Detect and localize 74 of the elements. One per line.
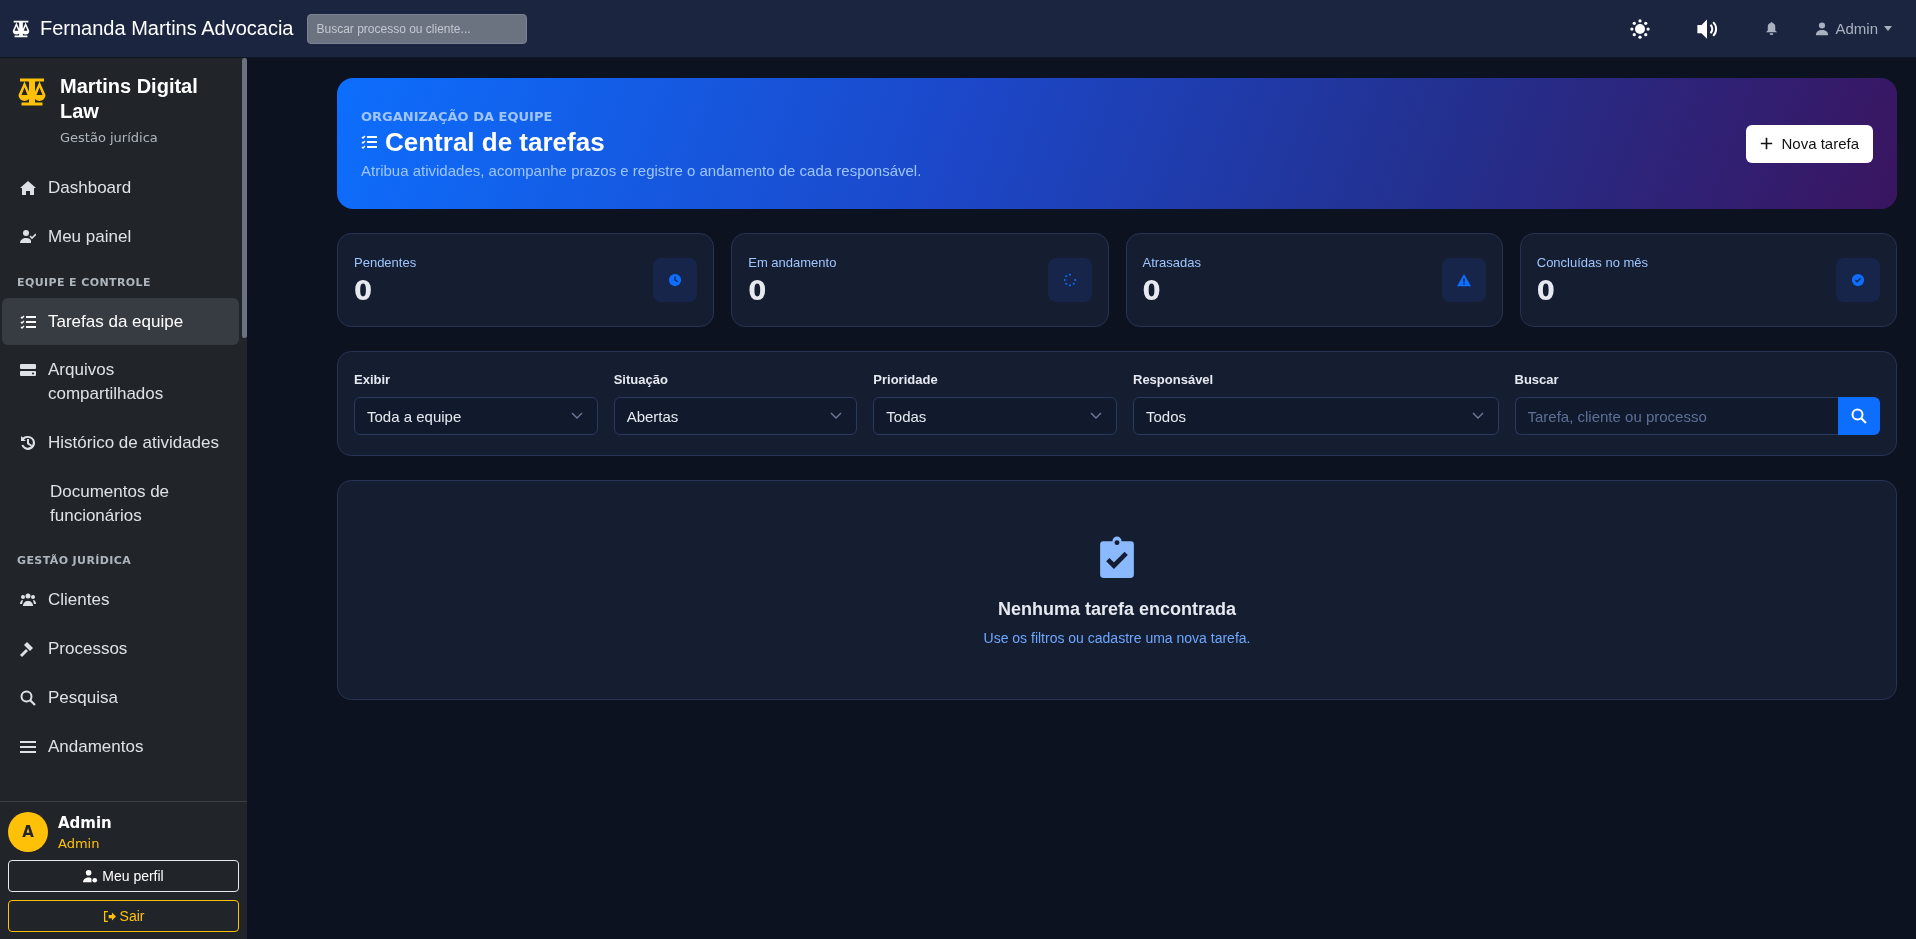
speaker-icon: [1696, 17, 1719, 40]
filter-label: Exibir: [354, 372, 392, 387]
history-icon: [20, 435, 36, 451]
search-field[interactable]: Tarefa, cliente ou processo: [1514, 397, 1838, 435]
check-circle-icon: [1851, 273, 1865, 287]
page-subtitle: Atribua atividades, acompanhe prazos e registre o andamento de cada responsável.: [361, 161, 923, 179]
chevron-down-icon: [1090, 412, 1102, 420]
stat-label: Em andamento: [748, 254, 838, 270]
chevron-down-icon: [1471, 412, 1484, 420]
nav-item[interactable]: Pesquisa: [2, 673, 239, 722]
stat-value: 0: [748, 275, 768, 306]
user-icon: [1815, 21, 1830, 36]
user-name: Admin: [58, 813, 112, 832]
nav-item[interactable]: Documentos de funcionários: [2, 467, 239, 540]
eyebrow-label: ORGANIZAÇÃO DA EQUIPE: [361, 108, 554, 124]
nav-item[interactable]: Andamentos: [2, 722, 239, 771]
caret-icon: [1884, 26, 1892, 31]
filter-label: Situação: [613, 372, 669, 387]
stat-label: Atrasadas: [1142, 254, 1203, 270]
sun-icon: [1630, 18, 1651, 39]
plus-icon: [1760, 137, 1774, 150]
scrollbar[interactable]: [242, 58, 247, 338]
page-title: Central de tarefas: [385, 126, 605, 158]
user-role: Admin: [58, 835, 101, 851]
app-title: Fernanda Martins Advocacia: [40, 17, 294, 40]
stat-value: 0: [1536, 275, 1556, 306]
checklist-icon: [361, 134, 377, 150]
chevron-down-icon: [570, 412, 583, 420]
nav-item[interactable]: Arquivos compartilhados: [2, 346, 239, 418]
nav-item[interactable]: Dashboard: [2, 164, 239, 212]
filter-select[interactable]: Abertas: [613, 397, 858, 435]
user-menu[interactable]: Admin: [1809, 19, 1906, 38]
section-heading: EQUIPE E CONTROLE: [16, 274, 152, 291]
search-button[interactable]: [1838, 397, 1880, 435]
section-heading: GESTÃO JURÍDICA: [16, 553, 133, 570]
clock-icon: [668, 273, 683, 287]
filter-select[interactable]: Toda a equipe: [354, 397, 598, 435]
filter-label: Prioridade: [873, 372, 939, 387]
empty-title: Nenhuma tarefa encontrada: [997, 598, 1237, 620]
stat-label: Pendentes: [354, 254, 418, 270]
filter-label: Responsável: [1133, 372, 1215, 387]
new-task-button[interactable]: Nova tarefa: [1746, 124, 1873, 163]
nav-item[interactable]: Clientes: [2, 576, 239, 625]
logout-button[interactable]: Sair: [8, 900, 239, 932]
profile-button[interactable]: Meu perfil: [8, 860, 239, 892]
chevron-down-icon: [830, 412, 843, 420]
users-icon: [20, 592, 36, 609]
search-icon: [1851, 408, 1867, 424]
stat-value: 0: [1142, 275, 1162, 306]
checklist-icon: [20, 313, 36, 330]
house-icon: [20, 180, 36, 196]
list-icon: [20, 738, 36, 755]
search-field[interactable]: Buscar processo ou cliente...: [307, 13, 528, 44]
brand-name: Martins Digital Law: [60, 74, 199, 124]
search-icon: [20, 689, 36, 706]
exit-icon: [102, 909, 116, 923]
avatar: A: [8, 812, 48, 852]
filter-label: Buscar: [1514, 372, 1560, 387]
brand-subtitle: Gestão jurídica: [60, 130, 159, 145]
gavel-icon: [20, 641, 36, 658]
empty-message: Use os filtros ou cadastre uma nova tarefa.: [983, 629, 1251, 646]
nav-item[interactable]: Tarefas da equipe: [2, 297, 239, 346]
filter-select[interactable]: Todas: [873, 397, 1117, 435]
drive-icon: [20, 362, 36, 379]
nav-item[interactable]: Processos: [2, 625, 239, 673]
filter-select[interactable]: Todos: [1133, 397, 1499, 435]
spinner-icon: [1062, 273, 1077, 287]
user-gear-icon: [83, 868, 99, 884]
stat-value: 0: [354, 275, 374, 306]
warning-icon: [1456, 273, 1471, 287]
user-check-icon: [20, 228, 36, 245]
nav-item[interactable]: Histórico de atividades: [2, 419, 239, 467]
nav-item[interactable]: Meu painel: [2, 212, 239, 261]
stat-label: Concluídas no mês: [1536, 254, 1650, 270]
